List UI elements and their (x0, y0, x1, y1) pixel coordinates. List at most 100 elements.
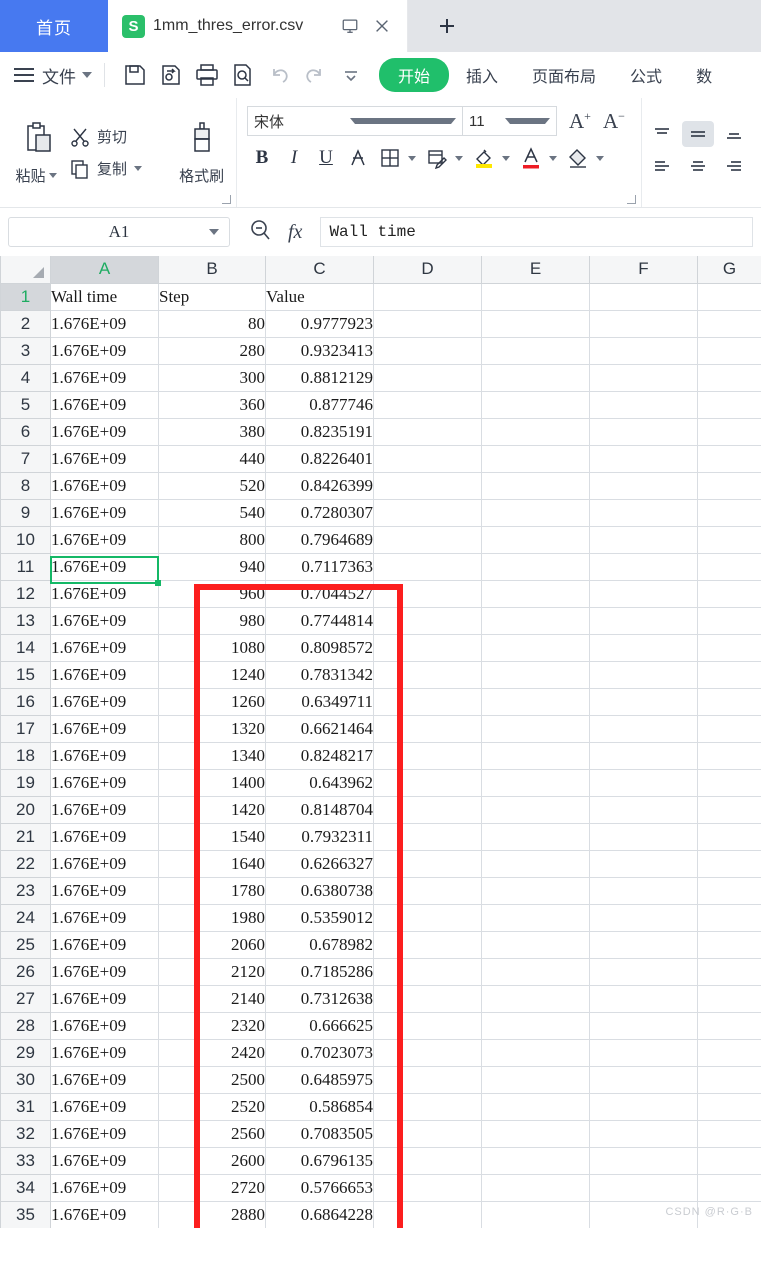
cell-f3[interactable] (589, 336, 698, 365)
cell-f6[interactable] (589, 417, 698, 446)
cell-e30[interactable] (481, 1065, 590, 1094)
cell-e8[interactable] (481, 471, 590, 500)
row-header-21[interactable]: 21 (0, 822, 51, 851)
print-icon[interactable] (194, 62, 220, 88)
cell-c6[interactable]: 0.8235191 (265, 417, 374, 446)
cell-e5[interactable] (481, 390, 590, 419)
cell-d15[interactable] (373, 660, 482, 689)
cell-c19[interactable]: 0.643962 (265, 768, 374, 797)
cell-g3[interactable] (697, 336, 761, 365)
menu-hamburger-icon[interactable] (14, 68, 34, 82)
print-preview-icon[interactable] (230, 62, 256, 88)
cell-d20[interactable] (373, 795, 482, 824)
row-header-4[interactable]: 4 (0, 363, 51, 392)
home-tab[interactable]: 首页 (0, 0, 108, 52)
cell-d19[interactable] (373, 768, 482, 797)
cell-f18[interactable] (589, 741, 698, 770)
row-header-15[interactable]: 15 (0, 660, 51, 689)
cell-c17[interactable]: 0.6621464 (265, 714, 374, 743)
row-header-32[interactable]: 32 (0, 1119, 51, 1148)
cell-e22[interactable] (481, 849, 590, 878)
column-header-a[interactable]: A (50, 256, 159, 284)
cell-e2[interactable] (481, 309, 590, 338)
cell-f24[interactable] (589, 903, 698, 932)
cell-a1[interactable]: Wall time (50, 282, 159, 311)
row-header-3[interactable]: 3 (0, 336, 51, 365)
row-header-18[interactable]: 18 (0, 741, 51, 770)
row-header-35[interactable]: 35 (0, 1200, 51, 1228)
bold-button[interactable]: B (247, 144, 277, 172)
cell-g2[interactable] (697, 309, 761, 338)
cell-e14[interactable] (481, 633, 590, 662)
column-header-e[interactable]: E (481, 256, 590, 284)
cell-e23[interactable] (481, 876, 590, 905)
italic-button[interactable]: I (279, 144, 309, 172)
decrease-font-size-button[interactable]: A− (603, 109, 625, 134)
cell-d32[interactable] (373, 1119, 482, 1148)
cell-g22[interactable] (697, 849, 761, 878)
cell-e1[interactable] (481, 282, 590, 311)
cell-c15[interactable]: 0.7831342 (265, 660, 374, 689)
cut-button[interactable]: 剪切 (69, 126, 167, 148)
cell-g25[interactable] (697, 930, 761, 959)
cell-b7[interactable]: 440 (158, 444, 266, 473)
cell-c32[interactable]: 0.7083505 (265, 1119, 374, 1148)
row-header-17[interactable]: 17 (0, 714, 51, 743)
cell-e25[interactable] (481, 930, 590, 959)
cell-e28[interactable] (481, 1011, 590, 1040)
cell-d22[interactable] (373, 849, 482, 878)
copy-chevron-down-icon[interactable] (133, 166, 142, 171)
cell-e3[interactable] (481, 336, 590, 365)
cell-d6[interactable] (373, 417, 482, 446)
row-header-5[interactable]: 5 (0, 390, 51, 419)
cell-f12[interactable] (589, 579, 698, 608)
present-icon[interactable] (341, 17, 359, 35)
cell-d35[interactable] (373, 1200, 482, 1228)
cell-a30[interactable]: 1.676E+09 (50, 1065, 159, 1094)
borders-icon[interactable] (375, 144, 405, 172)
row-header-8[interactable]: 8 (0, 471, 51, 500)
cell-c7[interactable]: 0.8226401 (265, 444, 374, 473)
cell-d21[interactable] (373, 822, 482, 851)
cell-d10[interactable] (373, 525, 482, 554)
cell-d4[interactable] (373, 363, 482, 392)
cell-e33[interactable] (481, 1146, 590, 1175)
cell-b25[interactable]: 2060 (158, 930, 266, 959)
align-right-icon[interactable] (718, 153, 750, 179)
cell-a15[interactable]: 1.676E+09 (50, 660, 159, 689)
font-size-chevron-down-icon[interactable] (504, 118, 550, 124)
cell-f26[interactable] (589, 957, 698, 986)
cell-d17[interactable] (373, 714, 482, 743)
cell-c31[interactable]: 0.586854 (265, 1092, 374, 1121)
insert-function-button[interactable]: fx (288, 221, 302, 244)
column-header-c[interactable]: C (265, 256, 374, 284)
cell-f33[interactable] (589, 1146, 698, 1175)
cell-d30[interactable] (373, 1065, 482, 1094)
cell-f32[interactable] (589, 1119, 698, 1148)
align-middle-icon[interactable] (682, 120, 714, 147)
cell-b34[interactable]: 2720 (158, 1173, 266, 1202)
row-header-20[interactable]: 20 (0, 795, 51, 824)
cell-b33[interactable]: 2600 (158, 1146, 266, 1175)
cell-c28[interactable]: 0.666625 (265, 1011, 374, 1040)
fill-color-chevron-down-icon[interactable] (502, 155, 510, 161)
cell-b29[interactable]: 2420 (158, 1038, 266, 1067)
cell-g18[interactable] (697, 741, 761, 770)
align-top-icon[interactable] (646, 121, 678, 147)
cell-d3[interactable] (373, 336, 482, 365)
cell-g17[interactable] (697, 714, 761, 743)
cell-d14[interactable] (373, 633, 482, 662)
row-header-10[interactable]: 10 (0, 525, 51, 554)
cell-a2[interactable]: 1.676E+09 (50, 309, 159, 338)
fill-color-icon[interactable] (469, 144, 499, 172)
cell-b11[interactable]: 940 (158, 552, 266, 581)
cell-a20[interactable]: 1.676E+09 (50, 795, 159, 824)
cell-e32[interactable] (481, 1119, 590, 1148)
cell-f13[interactable] (589, 606, 698, 635)
cell-a16[interactable]: 1.676E+09 (50, 687, 159, 716)
row-header-26[interactable]: 26 (0, 957, 51, 986)
cell-d2[interactable] (373, 309, 482, 338)
cell-d8[interactable] (373, 471, 482, 500)
cell-g4[interactable] (697, 363, 761, 392)
cell-f14[interactable] (589, 633, 698, 662)
